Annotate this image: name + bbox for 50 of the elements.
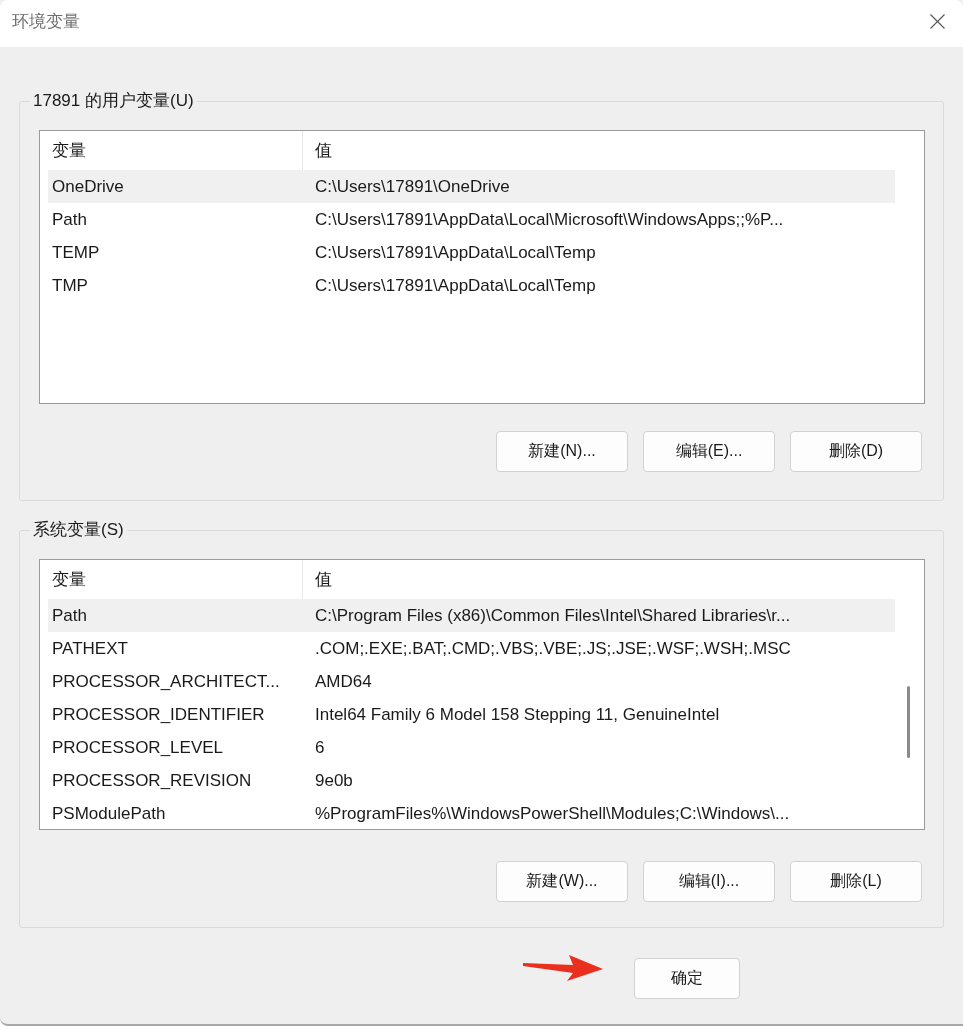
variable-name: Path — [51, 605, 88, 626]
variable-value: Intel64 Family 6 Model 158 Stepping 11, GenuineIntel — [314, 704, 720, 725]
variable-name: PATHEXT — [51, 638, 129, 659]
variable-name: Path — [51, 209, 88, 230]
group-label: 系统变量(S) — [32, 520, 125, 540]
column-header[interactable]: 值 — [303, 560, 332, 599]
list-row[interactable]: Path C:\Users\17891\AppData\Local\Microsoft\WindowsApps;;%P... — [48, 203, 895, 236]
list-row[interactable]: PROCESSOR_IDENTIFIER Intel64 Family 6 Model 158 Stepping 11, GenuineIntel — [48, 698, 895, 731]
variable-list[interactable]: 变量 值 OneDrive C:\Users\17891\OneDrive Path C:\Users\17891\AppData\Local\Microsoft\WindowsApps;;%P... TEMP C:\Users\17891\AppData\Local\Temp TMP C:\Users\17891\AppData\Local\Temp — [39, 130, 925, 404]
arrow-icon — [523, 954, 603, 982]
column-header[interactable]: 值 — [303, 131, 332, 170]
variable-value: %ProgramFiles%\WindowsPowerShell\Modules;C:\Windows\... — [314, 803, 790, 824]
variable-name: PROCESSOR_REVISION — [51, 770, 253, 791]
variable-value: 6 — [314, 737, 325, 758]
list-row[interactable]: OneDrive C:\Users\17891\OneDrive — [48, 170, 895, 203]
list-row[interactable]: PATHEXT .COM;.EXE;.BAT;.CMD;.VBS;.VBE;.JS;.JSE;.WSF;.WSH;.MSC — [48, 632, 895, 665]
new-button[interactable]: 新建(W)... — [496, 861, 628, 902]
variable-value: 9e0b — [314, 770, 353, 791]
variable-list[interactable] — [39, 559, 925, 830]
variable-value: C:\Program Files (x86)\Common Files\Intel\Shared Libraries\r... — [314, 605, 791, 626]
list-row[interactable]: PROCESSOR_LEVEL 6 — [48, 731, 895, 764]
variable-value: C:\Users\17891\OneDrive — [314, 176, 510, 197]
variable-value: C:\Users\17891\AppData\Local\Microsoft\WindowsApps;;%P... — [314, 209, 784, 230]
variable-value: C:\Users\17891\AppData\Local\Temp — [314, 275, 596, 296]
variable-value: C:\Users\17891\AppData\Local\Temp — [314, 242, 596, 263]
delete-button[interactable]: 删除(L) — [790, 861, 922, 902]
variable-name: OneDrive — [51, 176, 125, 197]
close-icon[interactable] — [930, 14, 945, 29]
list-row[interactable]: PROCESSOR_REVISION 9e0b — [48, 764, 895, 797]
ok-button[interactable]: 确定 — [634, 958, 740, 999]
list-row[interactable]: TMP C:\Users\17891\AppData\Local\Temp — [48, 269, 895, 302]
variable-name: PROCESSOR_ARCHITECT... — [51, 671, 281, 692]
variable-name: PROCESSOR_LEVEL — [51, 737, 224, 758]
window-title: 环境变量 — [12, 11, 80, 33]
variable-name: TEMP — [51, 242, 101, 263]
scrollbar-thumb[interactable] — [907, 686, 910, 758]
variable-name: PSModulePath — [51, 803, 167, 824]
variable-name: TMP — [51, 275, 89, 296]
variable-name: PROCESSOR_IDENTIFIER — [51, 704, 266, 725]
list-row[interactable]: PSModulePath %ProgramFiles%\WindowsPowerShell\Modules;C:\Windows\... — [48, 797, 895, 829]
edit-button[interactable]: 编辑(E)... — [643, 431, 775, 472]
list-row[interactable]: PROCESSOR_ARCHITECT... AMD64 — [48, 665, 895, 698]
variable-value: AMD64 — [314, 671, 372, 692]
list-row[interactable]: TEMP C:\Users\17891\AppData\Local\Temp — [48, 236, 895, 269]
edit-button[interactable]: 编辑(I)... — [643, 861, 775, 902]
variable-value: .COM;.EXE;.BAT;.CMD;.VBS;.VBE;.JS;.JSE;.WSF;.WSH;.MSC — [314, 638, 791, 659]
group-label: 17891 的用户变量(U) — [32, 91, 195, 111]
new-button[interactable]: 新建(N)... — [496, 431, 628, 472]
delete-button[interactable]: 删除(D) — [790, 431, 922, 472]
list-row[interactable]: Path C:\Program Files (x86)\Common Files\Intel\Shared Libraries\r... — [48, 599, 895, 632]
